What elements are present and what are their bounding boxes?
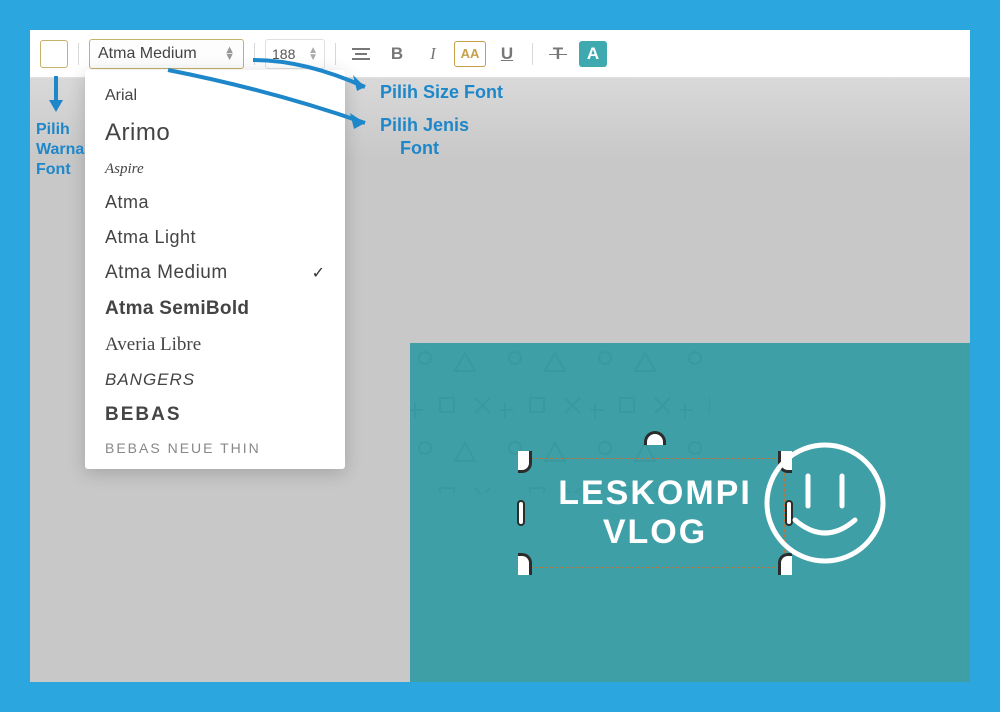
divider (78, 43, 79, 65)
text-content[interactable]: LESKOMPI VLOG (558, 474, 752, 552)
font-option[interactable]: Bangers (85, 363, 345, 397)
selected-text-element[interactable]: LESKOMPI VLOG (525, 458, 785, 568)
font-option[interactable]: Atma SemiBold (85, 291, 345, 327)
underline-button[interactable]: U (492, 39, 522, 69)
annotation-arrow-warna (46, 74, 66, 116)
font-color-picker[interactable] (40, 40, 68, 68)
font-option[interactable]: Aspire (85, 154, 345, 185)
font-option-label: Atma Light (105, 227, 196, 248)
font-option-label: Aspire (105, 161, 144, 178)
font-option[interactable]: Atma (85, 185, 345, 220)
resize-handle-ml[interactable] (517, 500, 525, 526)
smiley-graphic[interactable] (760, 438, 890, 568)
check-icon: ✓ (312, 263, 325, 283)
font-option[interactable]: Averia Libre (85, 327, 345, 363)
font-option-label: Arial (105, 87, 137, 105)
font-option-label: Atma SemiBold (105, 298, 249, 320)
font-option[interactable]: Bebas Neue Thin (85, 433, 345, 463)
chevron-updown-icon: ▲▼ (224, 47, 235, 61)
annotation-warna: Pilih Warna Font (36, 120, 84, 180)
font-option[interactable]: Bebas (85, 397, 345, 433)
resize-handle-tl[interactable] (518, 451, 532, 473)
font-option[interactable]: Atma Medium ✓ (85, 255, 345, 291)
bold-button[interactable]: B (382, 39, 412, 69)
font-option-label: Bebas Neue Thin (105, 440, 261, 456)
resize-handle-bl[interactable] (518, 553, 532, 575)
font-option-label: Averia Libre (105, 334, 201, 356)
annotation-arrow-jenis (160, 65, 380, 140)
annotation-jenis: Pilih Jenis Font (380, 114, 469, 161)
italic-button[interactable]: I (418, 39, 448, 69)
font-option-label: Bangers (105, 370, 195, 390)
design-canvas[interactable]: LESKOMPI VLOG (410, 343, 970, 682)
uppercase-button[interactable]: AA (454, 41, 486, 67)
font-option-label: Atma (105, 192, 149, 213)
font-family-value: Atma Medium (98, 45, 197, 63)
font-option[interactable]: Atma Light (85, 220, 345, 255)
divider (532, 43, 533, 65)
text-highlight-button[interactable]: A (579, 41, 607, 67)
font-option-label: Atma Medium (105, 262, 228, 284)
strikethrough-button[interactable]: T (543, 39, 573, 69)
annotation-size: Pilih Size Font (380, 82, 503, 103)
font-option-label: Bebas (105, 404, 182, 426)
font-family-select[interactable]: Atma Medium ▲▼ (89, 39, 244, 69)
